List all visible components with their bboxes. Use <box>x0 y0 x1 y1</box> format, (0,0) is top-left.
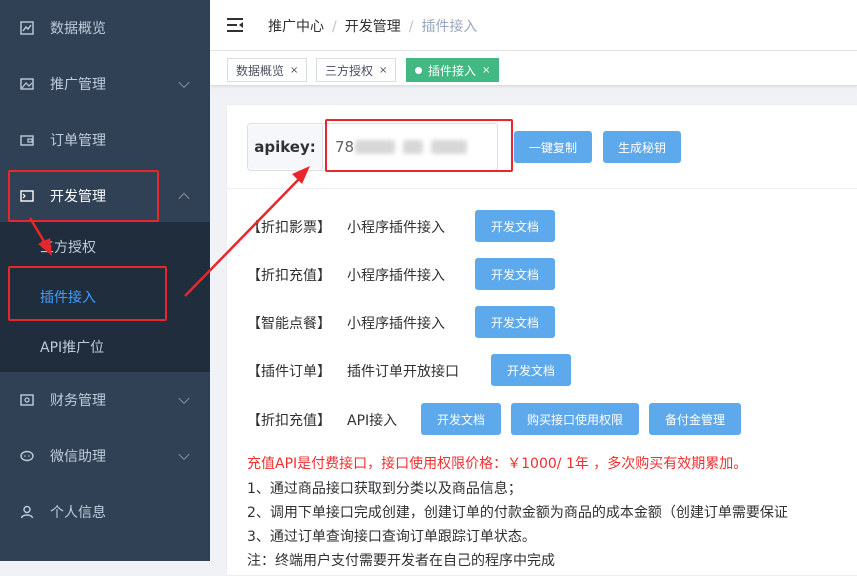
step-text: 2、调用下单接口完成创建，创建订单的付款金额为商品的成本金额（创建订单需要保证 <box>247 505 788 521</box>
chart-icon <box>20 21 34 35</box>
chat-icon <box>20 450 34 462</box>
sidebar-item-label: 开发管理 <box>50 189 106 205</box>
apikey-value[interactable]: 78 <box>323 125 495 169</box>
close-icon[interactable]: × <box>482 65 490 76</box>
integration-tag: 【折扣充值】 <box>247 413 331 429</box>
dev-docs-button[interactable]: 开发文档 <box>421 403 501 435</box>
apikey-label: apikey: <box>248 125 323 169</box>
hamburger-icon[interactable] <box>227 18 243 32</box>
submenu-item-label: 三方授权 <box>40 240 96 256</box>
development-submenu: 三方授权 插件接入 API推广位 <box>0 222 210 372</box>
tag-label: 数据概览 <box>236 63 285 78</box>
sidebar-item-overview[interactable]: 数据概览 <box>0 0 210 56</box>
submenu-item-label: 插件接入 <box>40 290 96 306</box>
dev-docs-button[interactable]: 开发文档 <box>475 210 555 242</box>
user-icon <box>20 505 34 519</box>
chevron-down-icon <box>178 76 190 89</box>
tag-third-party-auth[interactable]: 三方授权 × <box>316 58 397 82</box>
integration-name: 插件订单开放接口 <box>347 364 459 380</box>
integration-name: 小程序插件接入 <box>347 220 445 236</box>
plugin-access-card: apikey: 78 一键复制 生成秘钥 【折扣影票】 小程序插件接入 开发文档… <box>226 104 857 576</box>
integration-name: 小程序插件接入 <box>347 268 445 284</box>
close-icon[interactable]: × <box>290 65 298 76</box>
tag-label: 插件接入 <box>428 63 477 78</box>
tags-view: 数据概览 × 三方授权 × 插件接入 × <box>210 51 857 86</box>
breadcrumb-item[interactable]: 开发管理 <box>345 19 401 35</box>
tag-plugin-access[interactable]: 插件接入 × <box>406 58 500 82</box>
submenu-item-plugin-access[interactable]: 插件接入 <box>0 272 210 322</box>
sidebar-item-orders[interactable]: 订单管理 <box>0 112 210 168</box>
chevron-down-icon <box>178 392 190 405</box>
copy-apikey-button[interactable]: 一键复制 <box>514 131 592 163</box>
sidebar-item-profile[interactable]: 个人信息 <box>0 484 210 540</box>
tag-label: 三方授权 <box>325 63 374 78</box>
submenu-item-third-party-auth[interactable]: 三方授权 <box>0 222 210 272</box>
integration-tag: 【插件订单】 <box>247 364 331 380</box>
dev-docs-button[interactable]: 开发文档 <box>475 306 555 338</box>
sidebar-item-finance[interactable]: 财务管理 <box>0 372 210 428</box>
breadcrumb-separator: / <box>332 19 337 35</box>
terminal-icon <box>20 190 34 202</box>
step-text: 3、通过订单查询接口查询订单跟踪订单状态。 <box>247 529 536 545</box>
integration-name: 小程序插件接入 <box>347 316 445 332</box>
redacted-mask <box>355 140 395 154</box>
buy-api-permission-button[interactable]: 购买接口使用权限 <box>511 403 639 435</box>
sidebar-item-label: 微信助理 <box>50 449 106 465</box>
image-icon <box>20 78 34 90</box>
breadcrumb-item[interactable]: 推广中心 <box>268 19 324 35</box>
step-text: 1、通过商品接口获取到分类以及商品信息； <box>247 481 522 497</box>
sidebar-item-promotion[interactable]: 推广管理 <box>0 56 210 112</box>
sidebar-item-label: 订单管理 <box>50 133 106 149</box>
generate-secret-button[interactable]: 生成秘钥 <box>603 131 681 163</box>
tag-overview[interactable]: 数据概览 × <box>227 58 308 82</box>
sidebar-item-label: 推广管理 <box>50 77 106 93</box>
safe-icon <box>20 394 34 406</box>
active-dot-icon <box>415 66 422 74</box>
integration-tag: 【折扣充值】 <box>247 268 331 284</box>
pricing-notice: 充值API是付费接口，接口使用权限价格：￥1000/ 1年 ，多次购买有效期累加… <box>247 456 748 472</box>
divider <box>227 188 857 189</box>
integration-tag: 【折扣影票】 <box>247 220 331 236</box>
sidebar-item-development[interactable]: 开发管理 <box>0 168 210 224</box>
apikey-visible-text: 78 <box>335 138 355 156</box>
dev-docs-button[interactable]: 开发文档 <box>491 354 571 386</box>
redacted-mask <box>403 140 423 154</box>
integration-name: API接入 <box>347 413 398 429</box>
redacted-mask <box>431 140 467 154</box>
topbar: 推广中心 / 开发管理 / 插件接入 <box>210 0 857 51</box>
step-text: 注：终端用户支付需要开发者在自己的程序中完成 <box>247 553 555 569</box>
dev-docs-button[interactable]: 开发文档 <box>475 258 555 290</box>
sidebar: 数据概览 推广管理 订单管理 开发管理 三方授权 插件接入 API推广位 财务管… <box>0 0 210 561</box>
sidebar-item-wechat-assistant[interactable]: 微信助理 <box>0 428 210 484</box>
sidebar-item-label: 个人信息 <box>50 505 106 521</box>
chevron-down-icon <box>178 448 190 461</box>
reserve-fund-button[interactable]: 备付金管理 <box>649 403 741 435</box>
submenu-item-label: API推广位 <box>40 340 105 356</box>
wallet-icon <box>20 135 34 146</box>
integration-tag: 【智能点餐】 <box>247 316 331 332</box>
breadcrumb-separator: / <box>408 19 414 35</box>
apikey-field[interactable]: apikey: 78 <box>247 123 498 171</box>
sidebar-item-label: 数据概览 <box>50 21 106 37</box>
submenu-item-api-promotion[interactable]: API推广位 <box>0 322 210 372</box>
chevron-up-icon <box>178 192 190 205</box>
sidebar-item-label: 财务管理 <box>50 393 106 409</box>
breadcrumb-current: 插件接入 <box>421 19 478 35</box>
breadcrumb: 推广中心 / 开发管理 / 插件接入 <box>268 16 477 36</box>
close-icon[interactable]: × <box>379 65 387 76</box>
